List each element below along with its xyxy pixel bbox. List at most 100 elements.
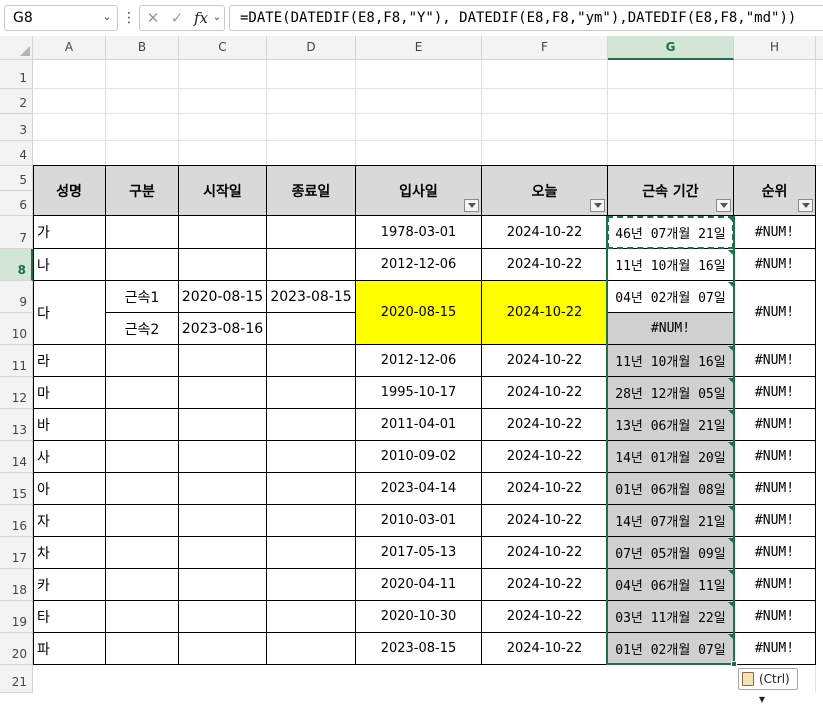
row-header-21[interactable]: 21	[0, 665, 33, 693]
row-header-13[interactable]: 13	[0, 409, 33, 441]
cell-rank[interactable]: #NUM!	[734, 249, 816, 281]
row-header-4[interactable]: 4	[0, 141, 33, 166]
column-header-d[interactable]: D	[267, 36, 356, 60]
cell-category[interactable]	[106, 505, 179, 537]
cell-name[interactable]: 다	[33, 281, 106, 345]
row-header-9[interactable]: 9	[0, 281, 33, 313]
cell-category[interactable]	[106, 345, 179, 377]
cell-hire-date[interactable]: 2020-04-11	[356, 569, 482, 601]
cell-start[interactable]	[179, 569, 267, 601]
cell-start[interactable]	[179, 537, 267, 569]
row-header-17[interactable]: 17	[0, 537, 33, 569]
cell-today[interactable]: 2024-10-22	[482, 601, 608, 633]
header-category[interactable]: 구분	[106, 166, 179, 216]
cell-hire-date[interactable]: 2012-12-06	[356, 249, 482, 281]
cell-start[interactable]	[179, 377, 267, 409]
cell-start[interactable]	[179, 345, 267, 377]
cell-tenure[interactable]: 14년 07개월 21일	[608, 505, 734, 537]
column-header-e[interactable]: E	[356, 36, 482, 60]
row-header-5[interactable]: 5	[0, 166, 33, 191]
fill-handle[interactable]	[731, 661, 737, 667]
header-start-date[interactable]: 시작일	[179, 166, 267, 216]
cell-hire-date[interactable]: 2011-04-01	[356, 409, 482, 441]
formula-input[interactable]: =DATE(DATEDIF(E8,F8,"Y"), DATEDIF(E8,F8,…	[229, 5, 823, 31]
row-header-19[interactable]: 19	[0, 601, 33, 633]
cell-end[interactable]	[267, 505, 356, 537]
chevron-down-icon[interactable]: ⌄	[100, 9, 114, 25]
column-header-i[interactable]	[816, 36, 823, 60]
cell-today[interactable]: 2024-10-22	[482, 249, 608, 281]
cell-today[interactable]: 2024-10-22	[482, 537, 608, 569]
cell-today[interactable]: 2024-10-22	[482, 473, 608, 505]
cell-hire-date[interactable]: 2010-03-01	[356, 505, 482, 537]
cell-rank[interactable]: #NUM!	[734, 377, 816, 409]
cell-rank[interactable]: #NUM!	[734, 409, 816, 441]
cell-hire-date[interactable]: 1978-03-01	[356, 216, 482, 249]
cell-name[interactable]: 바	[33, 409, 106, 441]
cell-end[interactable]	[267, 313, 356, 345]
cell-category[interactable]	[106, 633, 179, 665]
cell-tenure[interactable]: 28년 12개월 05일	[608, 377, 734, 409]
filter-dropdown-icon[interactable]	[464, 199, 479, 212]
column-header-f[interactable]: F	[482, 36, 608, 60]
cell-tenure[interactable]: 04년 02개월 07일	[608, 281, 734, 313]
cell-tenure[interactable]: 04년 06개월 11일	[608, 569, 734, 601]
row-header-2[interactable]: 2	[0, 89, 33, 114]
cell-rank[interactable]: #NUM!	[734, 473, 816, 505]
cell-today[interactable]: 2024-10-22	[482, 505, 608, 537]
cell-category[interactable]: 근속1	[106, 281, 179, 313]
filter-dropdown-icon[interactable]	[590, 199, 605, 212]
cell-start[interactable]: 2020-08-15	[179, 281, 267, 313]
row-header-10[interactable]: 10	[0, 313, 33, 345]
row-header-7[interactable]: 7	[0, 216, 33, 249]
cell-hire-date[interactable]: 2023-04-14	[356, 473, 482, 505]
cell-hire-date[interactable]: 2017-05-13	[356, 537, 482, 569]
cell-tenure[interactable]: 11년 10개월 16일	[608, 345, 734, 377]
cell-start[interactable]	[179, 601, 267, 633]
cell-name[interactable]: 타	[33, 601, 106, 633]
cell-category[interactable]	[106, 216, 179, 249]
row-header-16[interactable]: 16	[0, 505, 33, 537]
cell-tenure[interactable]: 13년 06개월 21일	[608, 409, 734, 441]
cell-today[interactable]: 2024-10-22	[482, 409, 608, 441]
cell-category[interactable]	[106, 409, 179, 441]
cell-start[interactable]: 2023-08-16	[179, 313, 267, 345]
cell-tenure[interactable]: 03년 11개월 22일	[608, 601, 734, 633]
row-header-6[interactable]: 6	[0, 191, 33, 216]
cell-category[interactable]	[106, 537, 179, 569]
cell-start[interactable]	[179, 505, 267, 537]
column-header-g[interactable]: G	[608, 36, 734, 60]
check-icon[interactable]: ✓	[168, 6, 186, 30]
row-header-8[interactable]: 8	[0, 249, 33, 281]
cell-today[interactable]: 2024-10-22	[482, 441, 608, 473]
cell-category[interactable]	[106, 601, 179, 633]
row-header-15[interactable]: 15	[0, 473, 33, 505]
row-header-14[interactable]: 14	[0, 441, 33, 473]
row-header-1[interactable]: 1	[0, 60, 33, 89]
column-header-c[interactable]: C	[179, 36, 267, 60]
cell-name[interactable]: 마	[33, 377, 106, 409]
cell-end[interactable]	[267, 601, 356, 633]
cell-tenure[interactable]: 01년 02개월 07일	[608, 633, 734, 665]
cell-name[interactable]: 아	[33, 473, 106, 505]
cell-start[interactable]	[179, 216, 267, 249]
cell-end[interactable]	[267, 441, 356, 473]
cell-rank[interactable]: #NUM!	[734, 216, 816, 249]
cell-end[interactable]	[267, 569, 356, 601]
cell-hire-date[interactable]: 2012-12-06	[356, 345, 482, 377]
row-header-11[interactable]: 11	[0, 345, 33, 377]
filter-dropdown-icon[interactable]	[798, 199, 813, 212]
cell-name[interactable]: 카	[33, 569, 106, 601]
cell-name[interactable]: 가	[33, 216, 106, 249]
cell-tenure[interactable]: 14년 01개월 20일	[608, 441, 734, 473]
header-name[interactable]: 성명	[33, 166, 106, 216]
cell-rank[interactable]: #NUM!	[734, 345, 816, 377]
cell-category[interactable]	[106, 473, 179, 505]
cell-rank[interactable]: #NUM!	[734, 505, 816, 537]
cell-category[interactable]	[106, 249, 179, 281]
row-header-18[interactable]: 18	[0, 569, 33, 601]
cell-hire-date-highlighted[interactable]: 2020-08-15	[356, 281, 482, 345]
cell-tenure[interactable]: 01년 06개월 08일	[608, 473, 734, 505]
cell-hire-date[interactable]: 1995-10-17	[356, 377, 482, 409]
cell-name[interactable]: 나	[33, 249, 106, 281]
